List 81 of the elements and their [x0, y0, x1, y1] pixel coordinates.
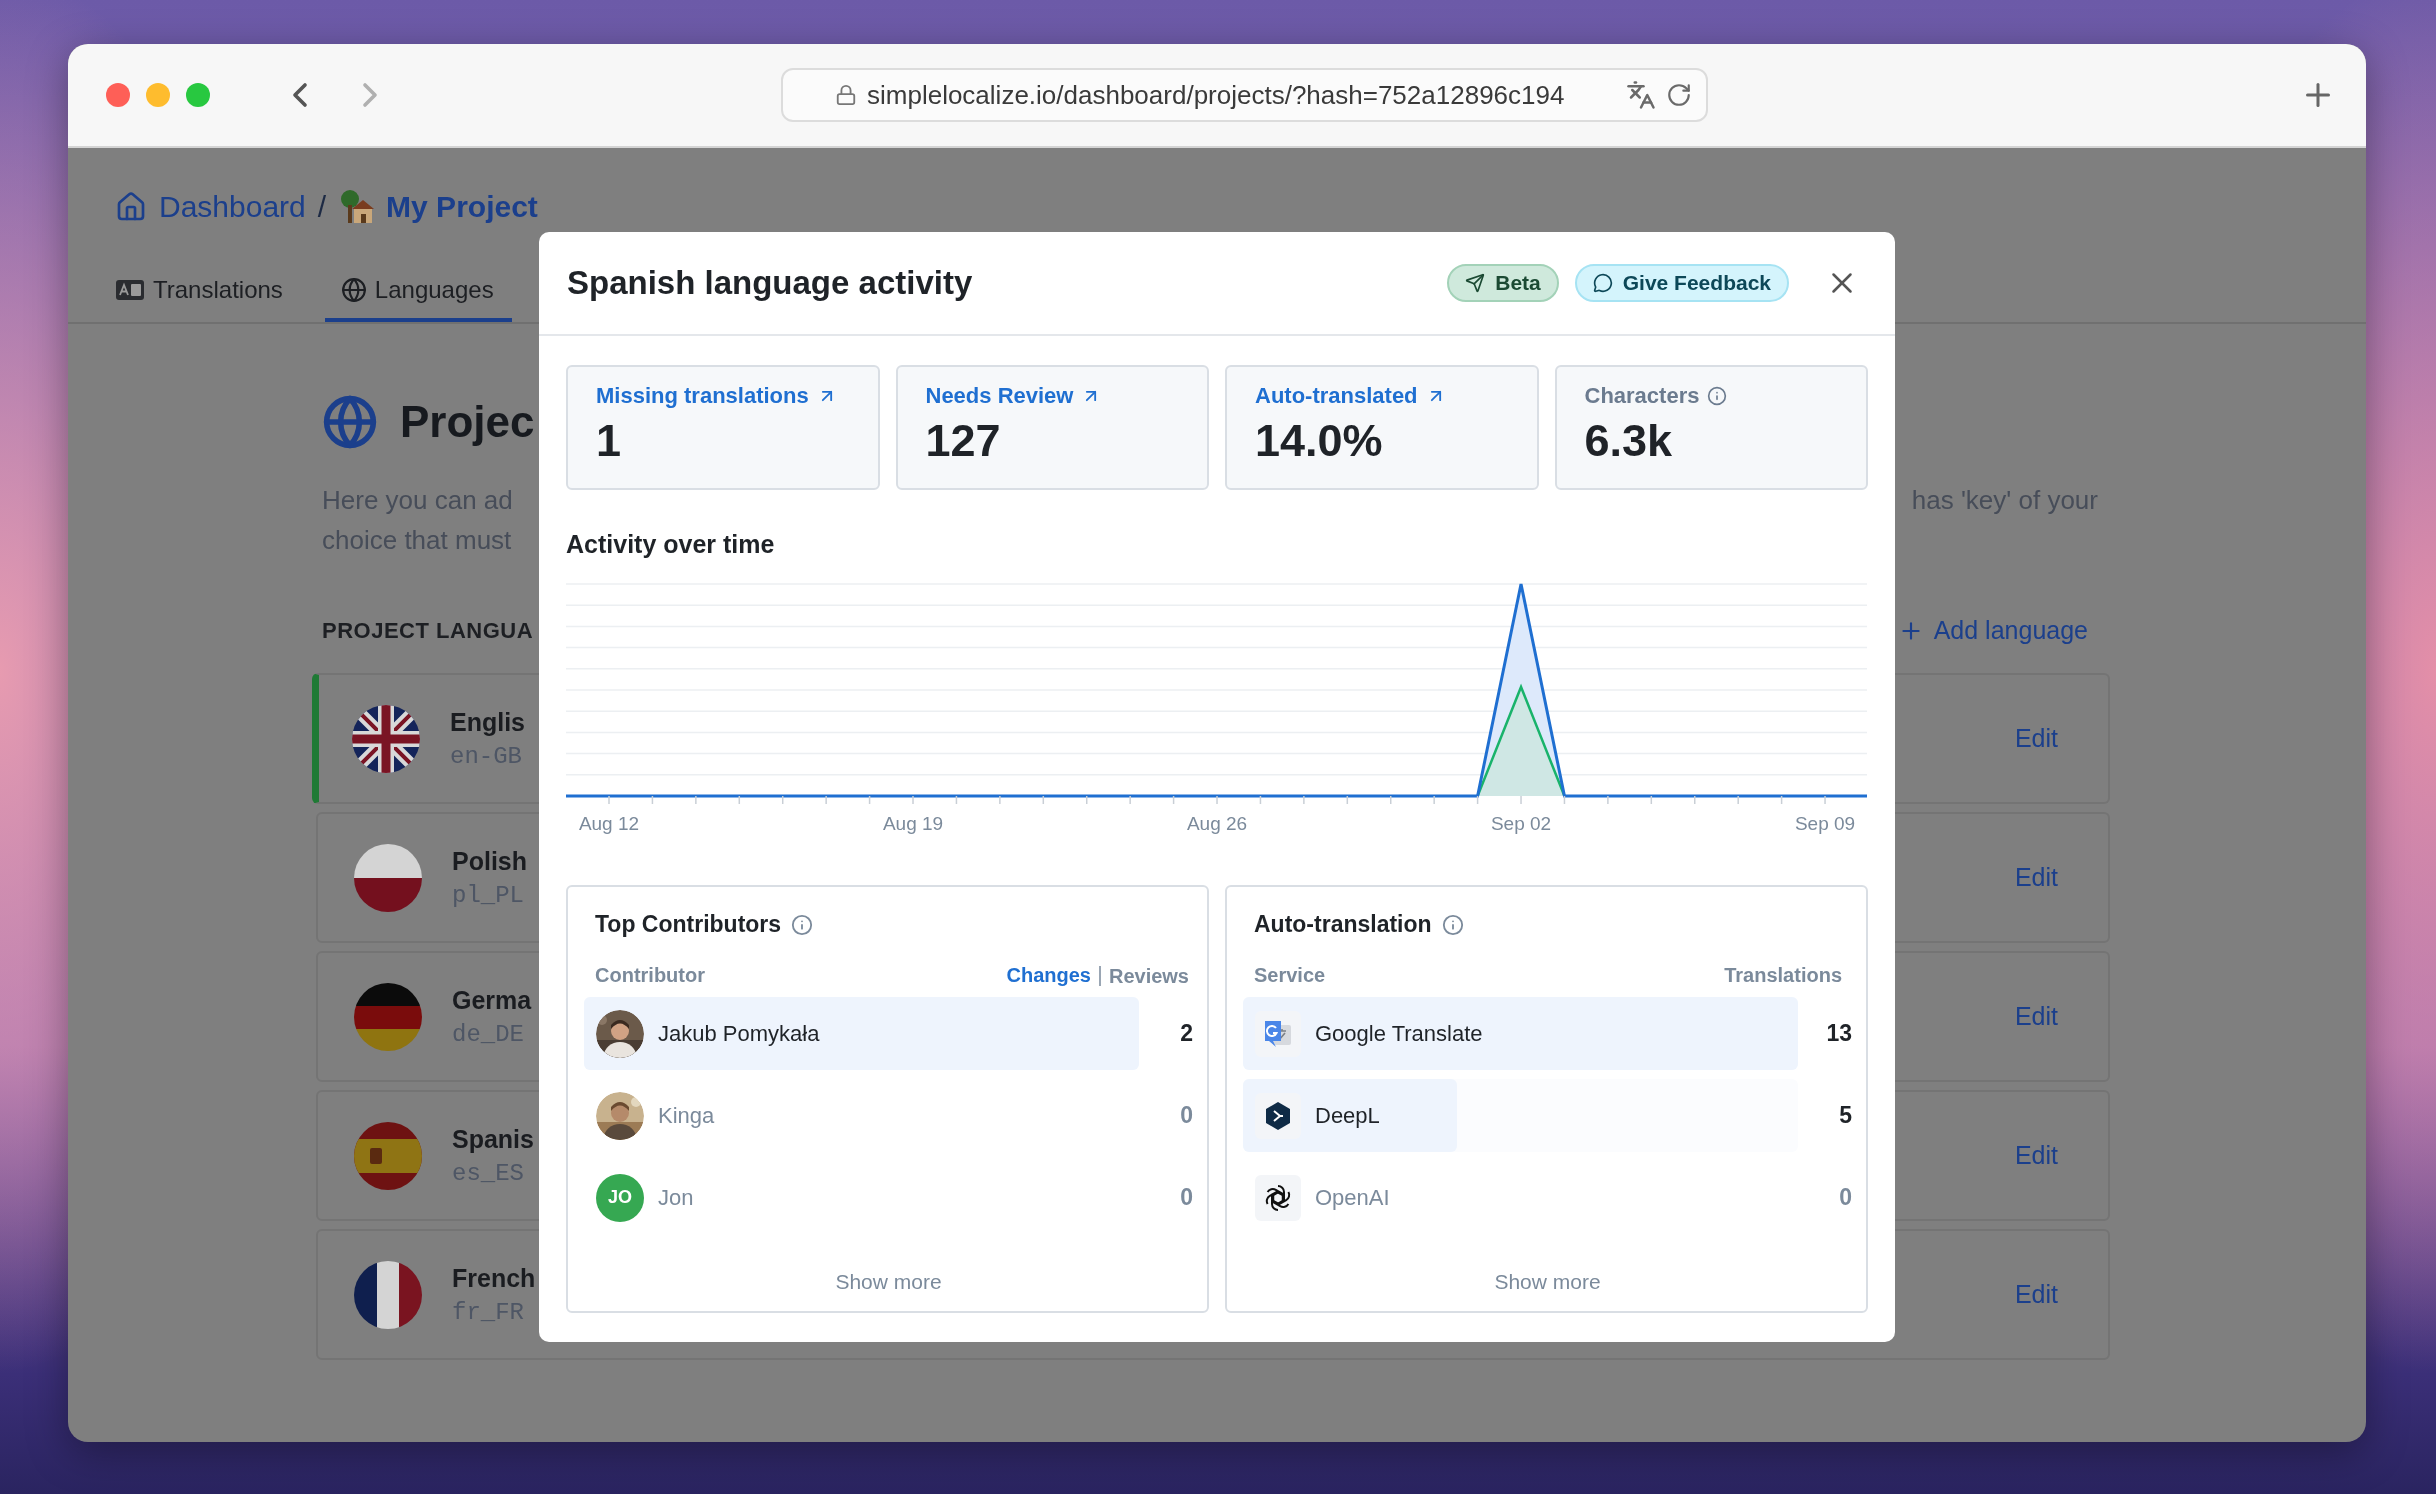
info-icon[interactable]	[1707, 386, 1728, 406]
chat-bubble-icon	[1592, 273, 1613, 293]
count-value: 5	[1839, 1102, 1852, 1129]
axis-label: Aug 19	[882, 813, 944, 834]
reload-icon[interactable]	[1666, 82, 1692, 108]
service-name: OpenAI	[1315, 1184, 1390, 1211]
count-value: 0	[1839, 1184, 1852, 1211]
description-text: Here you can ad	[322, 484, 513, 517]
section-heading: PROJECT LANGUA	[322, 617, 534, 644]
axis-label: Aug 26	[1186, 813, 1248, 834]
count-value: 2	[1180, 1020, 1193, 1047]
edit-link[interactable]: Edit	[2014, 724, 2058, 753]
stat-label: Characters	[1584, 383, 1700, 409]
service-name: Google Translate	[1315, 1020, 1483, 1047]
info-icon[interactable]	[1441, 913, 1464, 936]
beta-tag: Beta	[1447, 264, 1559, 302]
breadcrumb-link[interactable]: Dashboard	[159, 190, 306, 224]
translation-card-icon	[115, 279, 145, 301]
close-window-button[interactable]	[106, 83, 130, 107]
lock-icon	[835, 84, 857, 106]
breadcrumb-separator: /	[317, 190, 327, 224]
language-name: Germa	[452, 985, 532, 1015]
chart-title: Activity over time	[566, 530, 776, 559]
metric-toggle[interactable]: Reviews	[1098, 965, 1193, 986]
stat-value: 1	[596, 415, 623, 467]
stat-link[interactable]: Auto-translated	[1255, 383, 1418, 409]
feedback-button[interactable]: Give Feedback	[1574, 264, 1789, 302]
dialog-title: Spanish language activity	[567, 264, 974, 302]
tab[interactable]: Languages	[324, 266, 512, 322]
contributor-name: Jon	[658, 1184, 694, 1211]
translate-icon[interactable]	[1626, 80, 1656, 110]
stat-link[interactable]: Needs Review	[925, 383, 1074, 409]
language-name: Polish	[452, 846, 527, 876]
count-value: 13	[1826, 1020, 1852, 1047]
flag-icon	[354, 1260, 422, 1329]
globe-icon	[340, 277, 367, 303]
contributor-name: Kinga	[658, 1102, 715, 1129]
send-icon	[1465, 273, 1486, 293]
tab[interactable]: Translations	[115, 266, 295, 322]
show-more-button[interactable]: Show more	[829, 1269, 948, 1295]
language-name: French	[452, 1263, 536, 1293]
language-name: Englis	[450, 707, 525, 737]
contributor-name: Jakub Pomykała	[658, 1020, 820, 1047]
breadcrumb-link[interactable]: My Project	[386, 190, 538, 224]
column-header: Service	[1254, 964, 1326, 987]
stat-link[interactable]: Missing translations	[596, 383, 809, 409]
column-header: Translations	[1724, 964, 1842, 987]
axis-label: Aug 12	[578, 813, 640, 834]
card-title: Top Contributors	[595, 911, 782, 938]
language-name: Spanis	[452, 1124, 534, 1154]
url-text: simplelocalize.io/dashboard/projects/?hash=752a12896c194	[867, 79, 1566, 111]
show-more-button[interactable]: Show more	[1488, 1269, 1607, 1295]
description-text: has 'key' of your	[1911, 484, 2098, 517]
service-name: DeepL	[1315, 1102, 1380, 1129]
flag-icon	[354, 982, 422, 1051]
edit-link[interactable]: Edit	[2014, 1280, 2058, 1309]
stat-value: 14.0%	[1255, 415, 1384, 467]
axis-label: Sep 02	[1490, 813, 1552, 834]
edit-link[interactable]: Edit	[2014, 1141, 2058, 1170]
description-text: choice that must	[322, 524, 513, 557]
edit-link[interactable]: Edit	[2014, 1002, 2058, 1031]
translate-icon	[1255, 1010, 1301, 1057]
count-value: 0	[1180, 1184, 1193, 1211]
address-bar[interactable]: simplelocalize.io/dashboard/projects/?hash=752a12896c194	[781, 68, 1708, 122]
knot-icon	[1255, 1174, 1301, 1221]
column-header: Contributor	[595, 964, 705, 987]
count-value: 0	[1180, 1102, 1193, 1129]
edit-link[interactable]: Edit	[2014, 863, 2058, 892]
house-icon	[338, 189, 375, 225]
info-icon[interactable]	[791, 913, 814, 936]
card-title: Auto-translation	[1254, 911, 1432, 938]
stat-value: 127	[925, 415, 1002, 467]
page-title: Projec	[400, 397, 535, 447]
axis-label: Sep 09	[1794, 813, 1856, 834]
flag-icon	[354, 843, 422, 912]
globe-icon	[322, 394, 378, 450]
home-icon	[115, 191, 147, 223]
add-language-button[interactable]: Add language	[1897, 616, 2088, 645]
metric-toggle[interactable]: Changes	[1002, 964, 1095, 987]
initials-avatar: JO	[596, 1173, 644, 1222]
stat-value: 6.3k	[1584, 415, 1674, 467]
